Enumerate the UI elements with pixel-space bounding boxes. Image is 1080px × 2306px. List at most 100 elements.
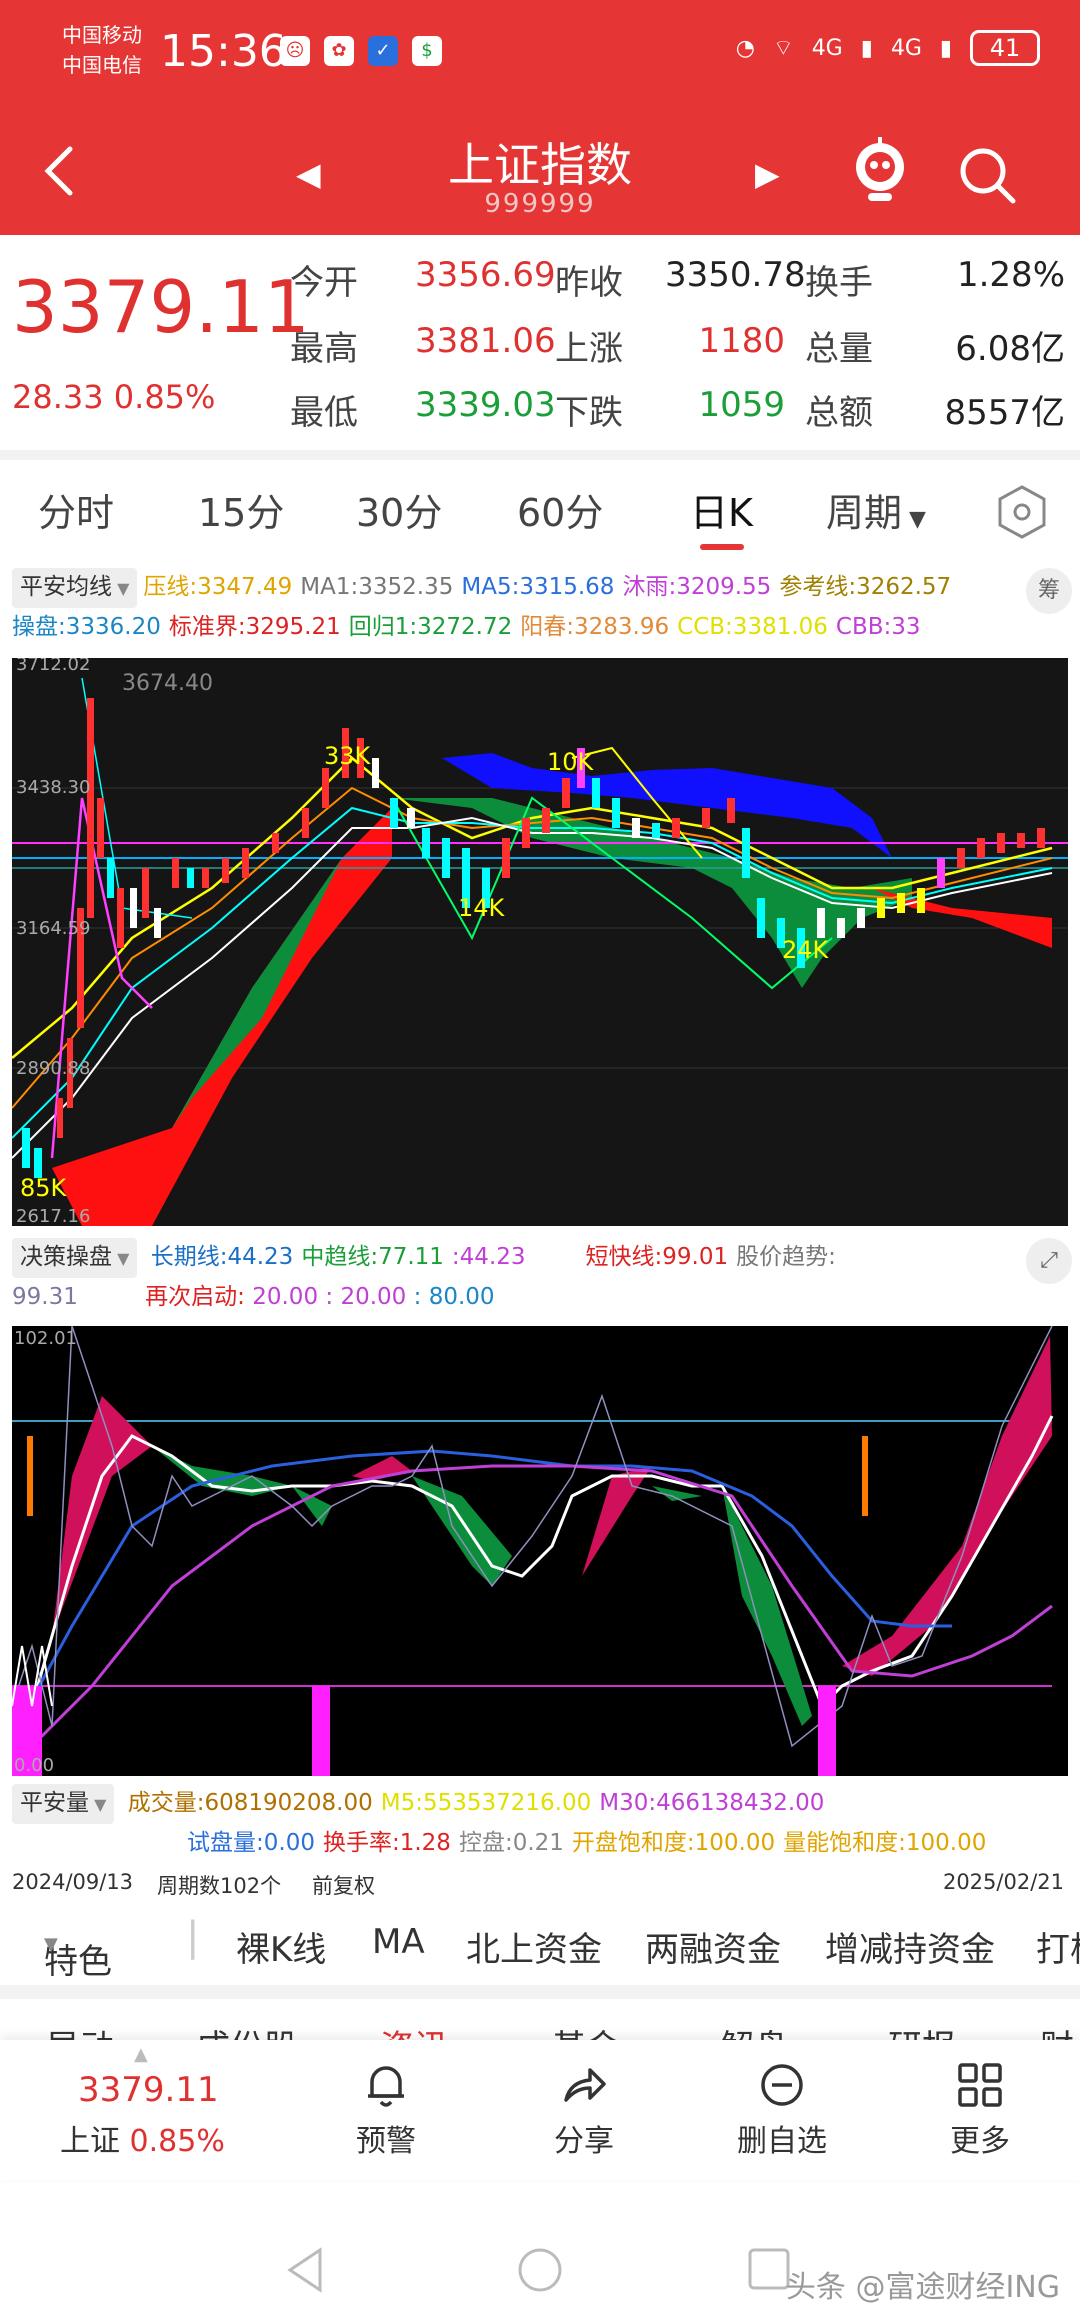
- tab-period[interactable]: 周期 ▼: [826, 482, 926, 537]
- notification-icons: ☹ ✿ ✓ $: [280, 36, 442, 66]
- tab-daily-k[interactable]: 日K: [690, 482, 753, 537]
- tab-timeshare[interactable]: 分时: [38, 482, 114, 537]
- carrier-2: 中国电信: [62, 53, 142, 77]
- quote-label: 最高: [290, 329, 358, 369]
- status-bar: 中国移动 中国电信 15:36 ☹ ✿ ✓ $ ◔ ⌔ 4G ▮ 4G ▮ 41: [0, 0, 1080, 115]
- remove-watchlist-button[interactable]: 删自选: [722, 2060, 842, 2160]
- ma-selector[interactable]: 平安均线 ▼: [12, 568, 138, 608]
- tab-news[interactable]: 资讯: [380, 2020, 448, 2040]
- decision-item-value: 44.23: [227, 1244, 294, 1270]
- bottom-name[interactable]: 上证 0.85%: [60, 2116, 225, 2160]
- tab-northbound[interactable]: 北上资金: [466, 1922, 602, 1971]
- change-value: 28.33: [12, 378, 104, 416]
- decision-item-value: 44.23: [459, 1244, 526, 1270]
- axis-label: 3712.02: [16, 658, 90, 675]
- sub-tabs: 特色 ▼ | 裸K线 MA 北上资金 两融资金 增减持资金 打板: [0, 1910, 1080, 1982]
- ma-item-value: 3336.20: [65, 614, 161, 640]
- search-icon[interactable]: [955, 143, 1019, 207]
- quote-value: 1059: [698, 385, 785, 425]
- tab-holdings[interactable]: 增减持资金: [825, 1922, 995, 1971]
- share-label: 分享: [554, 2124, 614, 2159]
- quote-label: 总额: [805, 393, 873, 433]
- quote-panel: 3379.11 28.33 0.85% 今开 3356.69 昨收 3350.7…: [0, 235, 1080, 450]
- tab-30min[interactable]: 30分: [356, 482, 442, 537]
- bottom-price[interactable]: 3379.11: [78, 2070, 219, 2110]
- watermark: 头条 @富途财经ING: [785, 2270, 1060, 2305]
- tab-analysis[interactable]: 解盘: [720, 2020, 788, 2040]
- tab-limitup[interactable]: 打板: [1036, 1922, 1080, 1971]
- k-line-svg: 3712.02 3438.30 3164.59 2890.88 2617.16 …: [11, 654, 1068, 1227]
- remove-label: 删自选: [737, 2124, 827, 2159]
- more-button[interactable]: 更多: [920, 2060, 1040, 2160]
- ma-item-label: 沐雨:: [622, 574, 677, 600]
- volume-selector[interactable]: 平安量 ▼: [12, 1784, 115, 1824]
- share-icon: [564, 2068, 606, 2102]
- stock-code: 999999: [484, 189, 596, 219]
- alert-button[interactable]: 预警: [326, 2060, 446, 2160]
- ma-legend-content: 平安均线 ▼ 压线:3347.49 MA1:3352.35 MA5:3315.68 沐雨…: [12, 568, 1080, 646]
- volume-item-value: 0.21: [512, 1830, 564, 1856]
- chevron-down-icon: ▼: [89, 1795, 107, 1814]
- tab-movement[interactable]: 异动: [46, 2020, 114, 2040]
- nav-back-icon[interactable]: [287, 2247, 322, 2293]
- decision-item-label: 长期线:: [150, 1244, 228, 1270]
- volume-item-value: 100.00: [905, 1830, 987, 1856]
- nav-recent-icon[interactable]: [748, 2248, 790, 2290]
- quote-row: 今开 3356.69 昨收 3350.78 换手 1.28%: [290, 255, 1065, 304]
- app-notification-icon: ☹: [280, 36, 310, 66]
- adjust-mode: 前复权: [312, 1874, 375, 1898]
- decision-selector-label: 决策操盘: [20, 1244, 112, 1270]
- tab-margin[interactable]: 两融资金: [645, 1922, 781, 1971]
- ma-item-value: 3347.49: [197, 574, 293, 600]
- speed-icon: ◔: [735, 35, 755, 61]
- change-pct: 0.85%: [113, 378, 216, 416]
- divider: [0, 450, 1080, 460]
- share-button[interactable]: 分享: [524, 2060, 644, 2160]
- tab-naked-k[interactable]: 裸K线: [236, 1922, 326, 1971]
- k-line-chart[interactable]: 3712.02 3438.30 3164.59 2890.88 2617.16 …: [11, 654, 1068, 1227]
- trend-value: 99.31: [12, 1284, 78, 1310]
- tab-15min[interactable]: 15分: [198, 482, 284, 537]
- quote-label: 昨收: [555, 263, 623, 303]
- tag-label: 85K: [20, 1174, 68, 1202]
- bottom-index-name: 上证: [60, 2124, 120, 2159]
- ma-item-value: 3272.72: [417, 614, 513, 640]
- tab-ma[interactable]: MA: [372, 1922, 425, 1962]
- decision-item-label: 股价趋势:: [736, 1244, 836, 1270]
- chip-button[interactable]: 筹: [1026, 568, 1072, 614]
- more-label: 更多: [950, 2124, 1010, 2159]
- volume-item-label: M5:: [380, 1790, 423, 1816]
- quote-row: 最低 3339.03 下跌 1059 总额 8557亿: [290, 385, 1065, 434]
- ma-item-label: 阳春:: [520, 614, 575, 640]
- tab-components[interactable]: 成份股: [196, 2020, 298, 2040]
- peak-label: 3674.40: [122, 671, 213, 696]
- expand-icon[interactable]: ⤢: [1026, 1238, 1072, 1284]
- active-tab-indicator: [700, 544, 744, 550]
- ma-item-value: 3262.57: [856, 574, 952, 600]
- axis-label: 3164.59: [16, 918, 90, 939]
- restart-label: 再次启动:: [145, 1284, 245, 1310]
- decision-selector[interactable]: 决策操盘 ▼: [12, 1238, 138, 1278]
- tab-research[interactable]: 研报: [888, 2020, 956, 2040]
- volume-item-value: 1.28: [399, 1830, 451, 1856]
- ma-item-value: 33: [891, 614, 921, 640]
- volume-item-label: 开盘饱和度:: [571, 1830, 695, 1856]
- assistant-robot-icon[interactable]: [850, 135, 910, 207]
- restart-value: 20.00: [340, 1284, 407, 1310]
- divider: [0, 1985, 1080, 1999]
- volume-legend-row: 平安量 ▼ 成交量:608190208.00 M5:553537216.00 M30…: [12, 1784, 1080, 1824]
- decision-item-label: 中趋线:: [301, 1244, 379, 1270]
- tab-60min[interactable]: 60分: [517, 482, 603, 537]
- volume-item-label: 成交量:: [127, 1790, 205, 1816]
- next-stock-icon[interactable]: ▶: [755, 155, 780, 193]
- minus-circle-icon: [761, 2064, 803, 2106]
- tab-finance[interactable]: 财务: [1040, 2020, 1080, 2040]
- decision-chart[interactable]: 102.01 0.00: [10, 1325, 1068, 1777]
- nav-home-icon[interactable]: [518, 2248, 562, 2292]
- volume-item-value: 466138432.00: [656, 1790, 825, 1816]
- settings-hex-icon[interactable]: [997, 484, 1047, 549]
- chevron-down-icon: ▼: [112, 579, 130, 598]
- quote-value: 1180: [698, 321, 785, 361]
- tab-funds[interactable]: 基金: [552, 2020, 620, 2040]
- current-price: 3379.11: [12, 265, 310, 349]
